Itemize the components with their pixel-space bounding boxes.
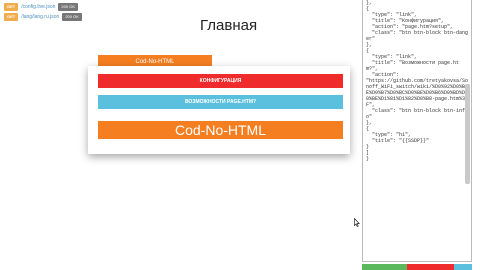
delete-button[interactable]: [407, 264, 454, 270]
mouse-cursor-icon: [354, 218, 360, 227]
page-title: Главная: [200, 17, 258, 34]
config-button[interactable]: КОНФИГУРАЦИЯ: [98, 74, 343, 88]
save-button[interactable]: [362, 264, 407, 270]
features-button[interactable]: ВОЗМОЖНОСТИ PAGE.HTM?: [98, 95, 343, 109]
method-badge: GET: [4, 13, 19, 21]
status-badge: 200 OK: [58, 3, 78, 11]
preview-panel: КОНФИГУРАЦИЯ ВОЗМОЖНОСТИ PAGE.HTM? Cod-N…: [88, 66, 350, 154]
network-log-row[interactable]: GET /config.live.json 200 OK: [4, 2, 82, 12]
status-badge: 200 OK: [62, 13, 82, 21]
request-url-link[interactable]: /lang/lang.ru.json: [21, 14, 59, 20]
method-badge: GET: [4, 3, 19, 11]
network-log-row[interactable]: GET /lang/lang.ru.json 200 OK: [4, 12, 82, 22]
editor-scrollbar[interactable]: [465, 84, 470, 184]
network-log: GET /config.live.json 200 OK GET /lang/l…: [4, 2, 82, 22]
info-button[interactable]: [454, 264, 472, 270]
json-code-text[interactable]: }, { "type": "link", "title": "Конфигура…: [366, 0, 470, 162]
json-editor[interactable]: }, { "type": "link", "title": "Конфигура…: [362, 0, 472, 262]
ssdp-heading: Cod-No-HTML: [98, 121, 343, 139]
request-url-link[interactable]: /config.live.json: [21, 4, 55, 10]
editor-footer-buttons: [362, 264, 472, 270]
